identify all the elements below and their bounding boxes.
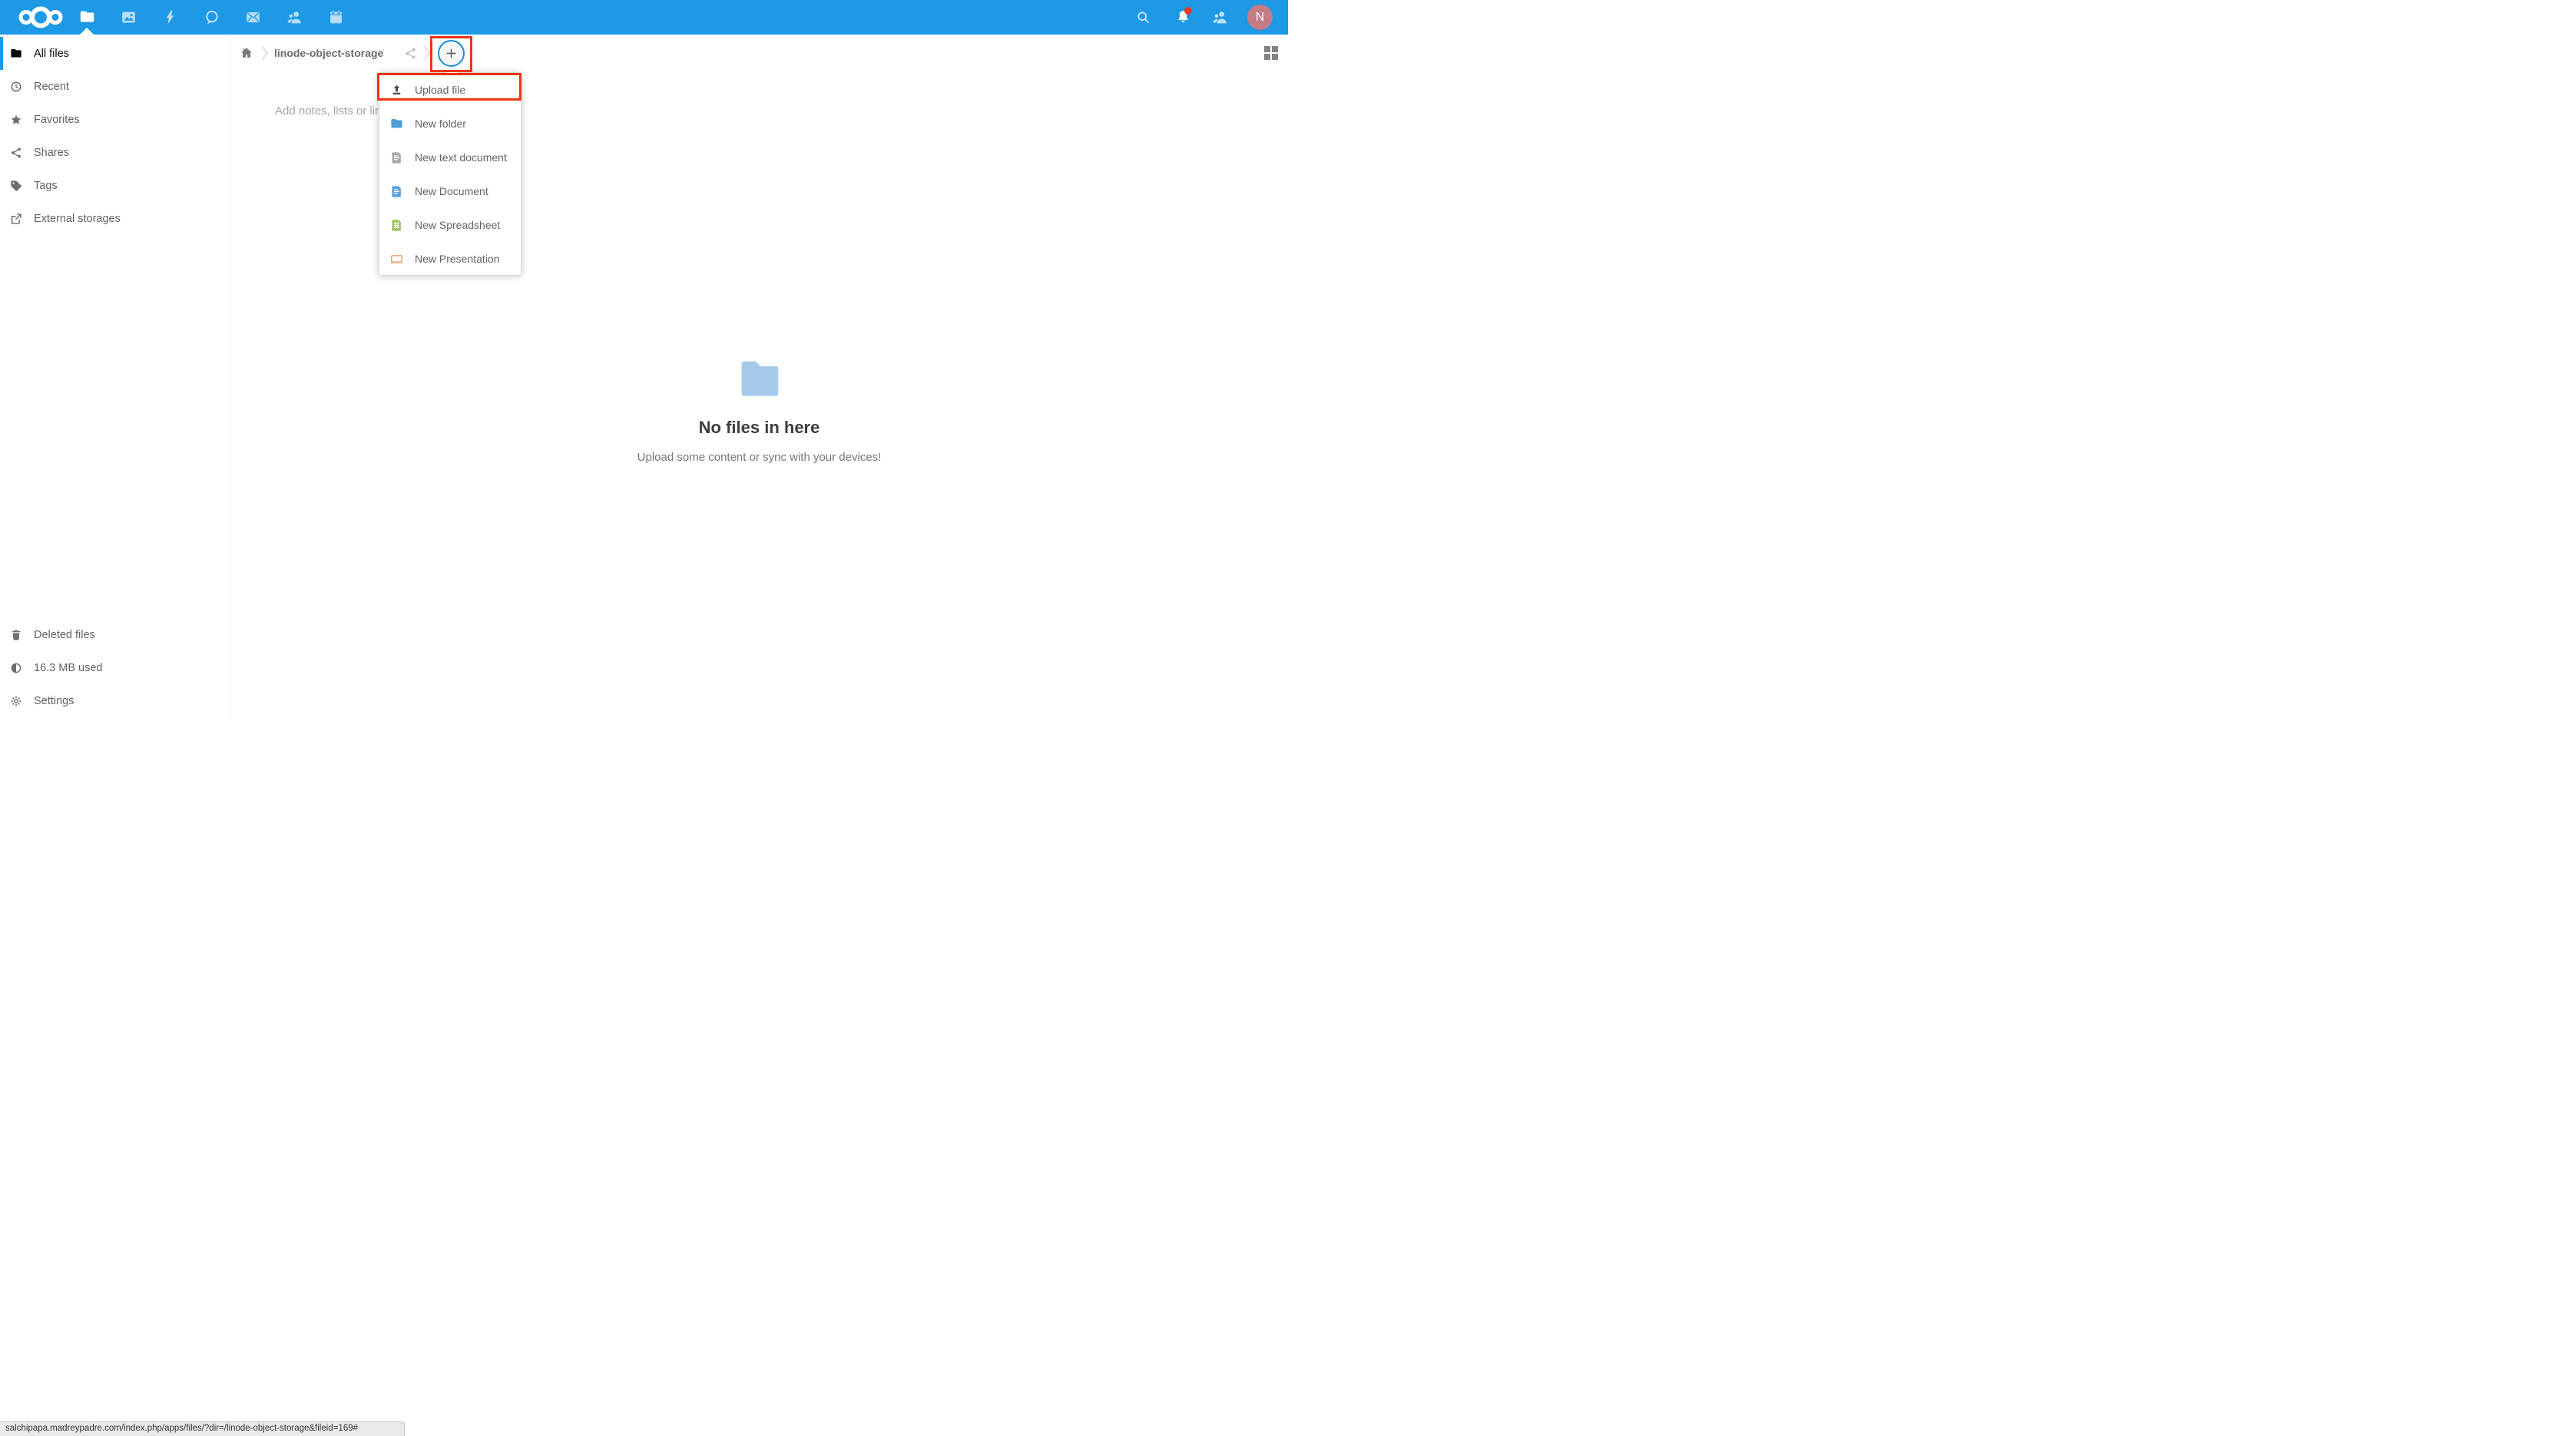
files-navigation-sidebar: All files Recent Favorites Shares [0,35,230,718]
empty-state-subtitle: Upload some content or sync with your de… [230,451,1288,464]
storage-pie-icon [10,662,22,674]
mail-app-button[interactable] [232,0,273,35]
top-header-bar: N [0,0,1288,35]
sidebar-item-settings[interactable]: Settings [0,684,230,717]
sidebar-item-label: Favorites [34,114,80,126]
activity-app-button[interactable] [149,0,190,35]
sidebar-item-label: External storages [34,213,121,225]
sidebar-item-label: Shares [34,147,69,159]
grid-view-toggle-button[interactable] [1264,46,1278,60]
presentation-icon [390,253,403,266]
clock-icon [10,81,22,93]
calendar-app-button[interactable] [315,0,356,35]
upload-icon [390,84,403,97]
search-button[interactable] [1127,0,1158,35]
folder-icon [79,9,95,25]
empty-folder-icon [739,358,780,398]
menu-item-upload-file[interactable]: Upload file [379,73,521,107]
grid-square [1264,54,1270,60]
plus-icon [444,46,459,61]
text-document-icon [390,151,403,164]
menu-item-new-spreadsheet[interactable]: New Spreadsheet [379,208,521,242]
menu-item-label: New text document [415,151,507,164]
notifications-button[interactable] [1167,0,1198,35]
menu-item-new-folder[interactable]: New folder [379,107,521,141]
app-navigation-bar [66,0,356,35]
sidebar-item-label: Recent [34,81,69,93]
photos-icon [121,9,137,25]
calendar-icon [328,9,344,25]
star-icon [10,114,22,126]
menu-item-new-presentation[interactable]: New Presentation [379,242,521,276]
new-file-menu: Upload file New folder New text document [379,72,521,276]
photos-app-button[interactable] [108,0,149,35]
grid-square [1272,46,1278,52]
sidebar-item-tags[interactable]: Tags [0,169,230,202]
share-icon [10,147,22,159]
menu-item-label: New Document [415,185,488,197]
folder-icon [390,117,403,131]
sidebar-item-external-storages[interactable]: External storages [0,202,230,235]
new-file-plus-button[interactable] [438,40,465,67]
sidebar-item-shares[interactable]: Shares [0,136,230,169]
sidebar-item-all-files[interactable]: All files [0,37,230,70]
active-item-indicator [0,37,3,70]
sidebar-item-label: Deleted files [34,629,95,641]
grid-square [1264,46,1270,52]
document-icon [390,185,403,198]
tag-icon [10,180,22,192]
sidebar-item-label: All files [34,48,69,60]
nextcloud-logo-icon[interactable] [8,0,69,35]
contacts-menu-button[interactable] [1204,0,1235,35]
sidebar-item-recent[interactable]: Recent [0,70,230,103]
sidebar-item-quota[interactable]: 16.3 MB used [0,651,230,684]
contacts-people-icon [1212,9,1228,25]
home-breadcrumb-icon[interactable] [240,46,253,60]
menu-item-label: Upload file [415,84,465,96]
sidebar-item-label: Tags [34,180,58,192]
search-icon [1135,9,1151,25]
talk-app-button[interactable] [190,0,232,35]
sidebar-item-favorites[interactable]: Favorites [0,103,230,136]
share-action-icon[interactable] [404,47,417,60]
sidebar-item-deleted-files[interactable]: Deleted files [0,618,230,651]
avatar-initial: N [1256,11,1265,25]
grid-square [1272,54,1278,60]
link-preview-status-bar: salchipapa.madreypadre.com/index.php/app… [0,1421,405,1436]
chevron-right-icon [421,45,432,61]
contacts-people-icon [286,9,303,25]
workspace-notes-placeholder[interactable]: Add notes, lists or lin [275,104,381,117]
contacts-app-button[interactable] [273,0,315,35]
sidebar-item-label: 16.3 MB used [34,662,102,674]
folder-icon [10,48,22,60]
files-app-button[interactable] [66,0,108,35]
spreadsheet-icon [390,219,403,232]
breadcrumb-folder-name[interactable]: linode-object-storage [274,47,383,59]
talk-bubble-icon [204,9,220,25]
user-avatar[interactable]: N [1247,5,1273,30]
menu-item-label: New Presentation [415,253,500,265]
menu-item-new-document[interactable]: New Document [379,174,521,208]
sidebar-item-label: Settings [34,695,74,707]
mail-envelope-icon [245,9,261,25]
active-app-notch [80,28,94,35]
trash-icon [10,629,22,641]
external-link-icon [10,213,22,225]
gear-icon [10,695,22,707]
lightning-icon [162,9,178,25]
notification-badge-dot [1184,7,1192,15]
chevron-right-icon [259,45,270,61]
menu-item-new-text-document[interactable]: New text document [379,141,521,174]
empty-state-title: No files in here [230,418,1288,438]
menu-item-label: New Spreadsheet [415,219,500,231]
menu-item-label: New folder [415,117,466,130]
